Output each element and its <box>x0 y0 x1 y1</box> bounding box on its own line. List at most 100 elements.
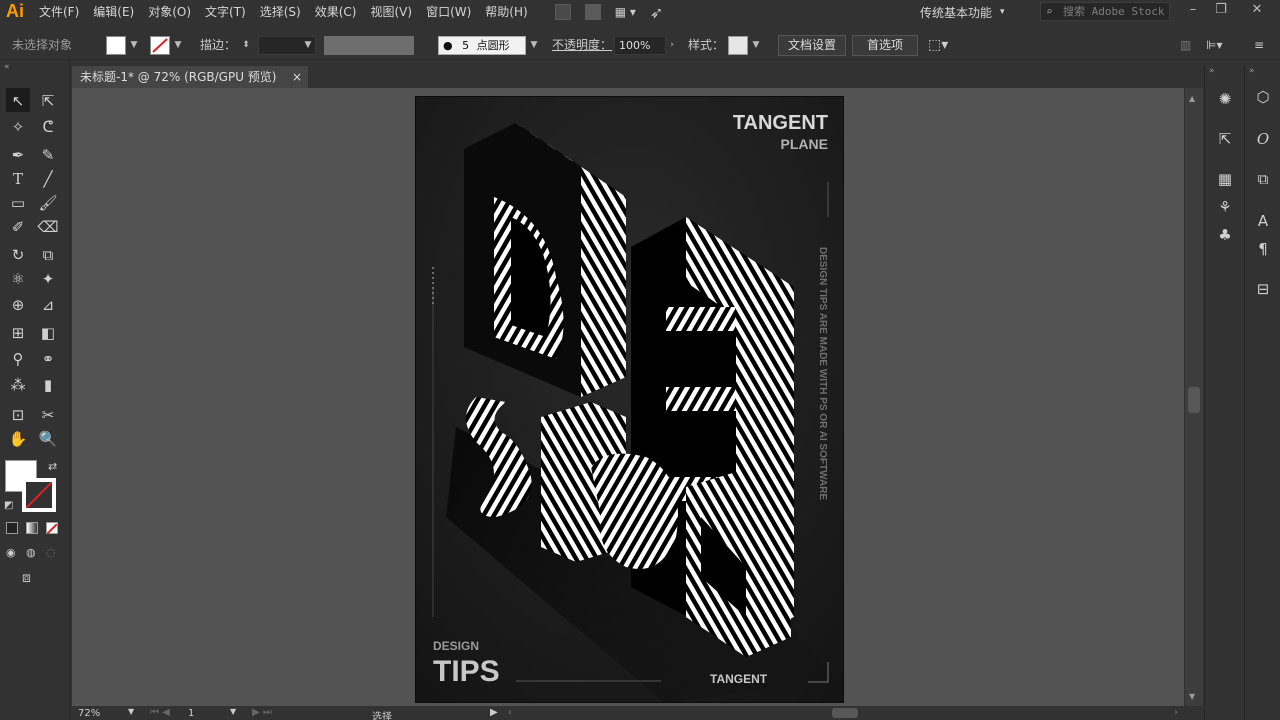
menu-view[interactable]: 视图(V) <box>363 0 419 24</box>
opacity-label[interactable]: 不透明度： <box>552 36 612 55</box>
color-mode-icon[interactable] <box>6 522 18 534</box>
column-graph-tool-icon[interactable]: ▮ <box>36 374 60 396</box>
draw-normal-icon[interactable]: ◉ <box>6 546 16 559</box>
artboard[interactable]: TANGENT PLANE DESIGN TIPS ARE MADE WITH … <box>415 96 844 703</box>
menu-help[interactable]: 帮助(H) <box>478 0 534 24</box>
character-icon[interactable]: A <box>1251 210 1275 232</box>
puppet-warp-tool-icon[interactable]: ✦ <box>36 268 60 290</box>
direct-selection-tool-icon[interactable]: ⇱ <box>36 90 60 112</box>
chevron-down-icon[interactable]: ▼ <box>128 36 140 55</box>
curvature-tool-icon[interactable]: ✎ <box>36 144 60 166</box>
gradient-tool-icon[interactable]: ◧ <box>36 322 60 344</box>
type-tool-icon[interactable]: T <box>6 168 30 190</box>
transform-icon[interactable]: ⬚▾ <box>928 36 948 55</box>
distribute-icon[interactable]: ⊫▾ <box>1206 36 1222 55</box>
scroll-right-icon[interactable]: › <box>1174 707 1178 718</box>
layers-icon[interactable]: ⧉ <box>1251 168 1275 190</box>
scroll-left-icon[interactable]: ‹ <box>508 707 512 718</box>
graphic-style-swatch[interactable] <box>728 36 748 55</box>
menu-effect[interactable]: 效果(C) <box>308 0 364 24</box>
status-menu-icon[interactable]: ▶ <box>490 707 498 718</box>
menu-file[interactable]: 文件(F) <box>32 0 86 24</box>
draw-inside-icon[interactable]: ◌ <box>46 546 56 559</box>
opentype-icon[interactable]: O <box>1251 128 1275 150</box>
stock-search-input[interactable]: ⌕ 搜索 Adobe Stock <box>1040 2 1170 21</box>
export-icon[interactable]: ⇱ <box>1213 128 1237 150</box>
chevron-down-icon[interactable]: ▼ <box>128 707 134 716</box>
horizontal-scroll-thumb[interactable] <box>832 708 858 718</box>
eyedropper-tool-icon[interactable]: ⚲ <box>6 348 30 370</box>
stroke-stepper-icon[interactable]: ⬍ <box>240 36 252 55</box>
align-icon[interactable]: ▥ <box>1180 36 1191 55</box>
stroke-swatch[interactable] <box>150 36 170 55</box>
scroll-down-icon[interactable]: ▼ <box>1189 692 1195 701</box>
menu-window[interactable]: 窗口(W) <box>419 0 478 24</box>
paragraph-icon[interactable]: ¶ <box>1251 238 1275 260</box>
hand-tool-icon[interactable]: ✋ <box>6 428 30 450</box>
gradient-mode-icon[interactable] <box>26 522 38 534</box>
menu-edit[interactable]: 编辑(E) <box>86 0 141 24</box>
mesh-tool-icon[interactable]: ⊞ <box>6 322 30 344</box>
zoom-level[interactable]: 72% <box>78 708 100 719</box>
magic-wand-tool-icon[interactable]: ✧ <box>6 116 30 138</box>
perspective-grid-tool-icon[interactable]: ⊿ <box>36 294 60 316</box>
opacity-field[interactable]: 100% <box>614 36 666 55</box>
chevron-down-icon[interactable]: ▼ <box>528 36 540 55</box>
preferences-button[interactable]: 首选项 <box>852 35 918 56</box>
shape-builder-tool-icon[interactable]: ⊕ <box>6 294 30 316</box>
slice-tool-icon[interactable]: ✂ <box>36 404 60 426</box>
chevron-down-icon[interactable]: ▼ <box>750 36 762 55</box>
brush-definition-field[interactable]: ● 5 点圆形 <box>438 36 526 55</box>
document-tab[interactable]: 未标题-1* @ 72% (RGB/GPU 预览) × <box>72 66 308 88</box>
lasso-tool-icon[interactable]: ᕦ <box>36 116 60 138</box>
chevron-down-icon[interactable]: ▼ <box>302 36 314 55</box>
artboard-tool-icon[interactable]: ⊡ <box>6 404 30 426</box>
minimize-icon[interactable]: – <box>1178 0 1208 22</box>
collapse-icon[interactable]: » <box>1209 66 1215 76</box>
document-setup-button[interactable]: 文档设置 <box>778 35 846 56</box>
fill-swatch[interactable] <box>106 36 126 55</box>
scroll-thumb[interactable] <box>1188 387 1200 413</box>
menu-object[interactable]: 对象(O) <box>141 0 198 24</box>
chevron-down-icon[interactable]: ▼ <box>172 36 184 55</box>
rotate-tool-icon[interactable]: ↻ <box>6 244 30 266</box>
brushes-icon[interactable]: ⚘ <box>1213 196 1237 218</box>
draw-behind-icon[interactable]: ◍ <box>26 546 36 559</box>
color-themes-icon[interactable]: ✺ <box>1213 88 1237 110</box>
zoom-tool-icon[interactable]: 🔍 <box>36 428 60 450</box>
stroke-color-box[interactable] <box>22 478 56 512</box>
align-panel-icon[interactable]: ⊟ <box>1251 278 1275 300</box>
shaper-tool-icon[interactable]: ✐ <box>6 216 30 238</box>
selection-tool-icon[interactable]: ↖ <box>6 90 30 112</box>
scroll-up-icon[interactable]: ▲ <box>1189 94 1195 103</box>
workspace-switcher[interactable]: 传统基本功能 ▾ <box>920 0 1005 24</box>
eraser-tool-icon[interactable]: ⌫ <box>36 216 60 238</box>
collapse-icon[interactable]: » <box>1249 66 1255 76</box>
blend-tool-icon[interactable]: ⚭ <box>36 348 60 370</box>
collapse-icon[interactable]: « <box>4 62 10 72</box>
first-page-icon[interactable]: ⏮ ◀ <box>150 707 170 718</box>
symbols-icon[interactable]: ♣ <box>1213 224 1237 246</box>
variable-width-profile[interactable] <box>324 36 414 55</box>
chevron-right-icon[interactable]: › <box>666 36 678 55</box>
width-tool-icon[interactable]: ⚛ <box>6 268 30 290</box>
menu-select[interactable]: 选择(S) <box>253 0 308 24</box>
swap-colors-icon[interactable]: ⇄ <box>48 460 57 473</box>
bridge-icon[interactable] <box>554 4 571 20</box>
symbol-sprayer-tool-icon[interactable]: ⁂ <box>6 374 30 396</box>
gpu-performance-icon[interactable]: ➶ <box>650 3 663 22</box>
close-window-icon[interactable]: ✕ <box>1242 0 1272 22</box>
none-mode-icon[interactable] <box>46 522 58 535</box>
chevron-down-icon[interactable]: ▼ <box>230 707 236 716</box>
page-number[interactable]: 1 <box>188 708 194 719</box>
paintbrush-tool-icon[interactable]: 🖌 <box>36 192 60 214</box>
swatches-icon[interactable]: ▦ <box>1213 168 1237 190</box>
next-page-icon[interactable]: ▶ ⏭ <box>252 707 272 718</box>
screen-mode-icon[interactable]: ⧈ <box>22 570 31 586</box>
default-colors-icon[interactable]: ◩ <box>4 500 13 511</box>
arrange-documents-icon[interactable]: ▦ ▾ <box>615 5 636 19</box>
line-tool-icon[interactable]: ╱ <box>36 168 60 190</box>
rectangle-tool-icon[interactable]: ▭ <box>6 192 30 214</box>
libraries-icon[interactable]: ⬡ <box>1251 86 1275 108</box>
pen-tool-icon[interactable]: ✒ <box>6 144 30 166</box>
